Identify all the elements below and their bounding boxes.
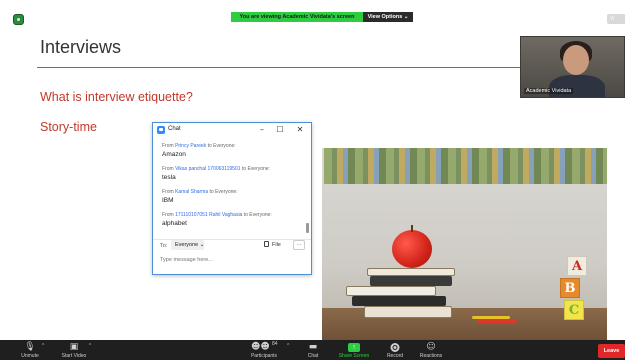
- slide-subheading-story: Story-time: [40, 120, 97, 134]
- participants-button[interactable]: ☻☻ 84 Participants: [246, 340, 282, 360]
- chat-bubble-icon: ▬: [308, 342, 318, 352]
- file-button[interactable]: File: [264, 240, 290, 250]
- participants-icon: ☻☻: [251, 342, 270, 352]
- photo-book-top: [367, 268, 455, 276]
- participant-face: [563, 45, 589, 75]
- maximize-button[interactable]: ☐: [274, 124, 286, 135]
- chat-message-text: Amazon: [162, 151, 186, 158]
- share-screen-label: Share Screen: [338, 353, 370, 359]
- msg-sender[interactable]: 171110107051 Rahil Vaghasia: [175, 212, 242, 218]
- audio-options-caret[interactable]: ^: [42, 343, 44, 349]
- photo-book: [352, 296, 446, 306]
- microphone-muted-icon: 🎙: [24, 342, 36, 352]
- reactions-smiley-icon: ☺: [426, 342, 436, 352]
- video-options-caret[interactable]: ^: [89, 343, 91, 349]
- view-options-button[interactable]: View Options ⌄: [363, 12, 413, 22]
- leave-meeting-button[interactable]: Leave: [598, 344, 625, 358]
- file-label: File: [272, 242, 281, 248]
- record-icon: [390, 343, 400, 352]
- start-video-label: Start Video: [61, 353, 87, 359]
- chat-message-list[interactable]: From Princy Pareek to Everyone: Amazon F…: [153, 141, 311, 233]
- msg-from-prefix: From: [162, 212, 174, 218]
- msg-to: to Everyone:: [209, 189, 238, 195]
- reactions-button[interactable]: ☺ Reactions: [416, 340, 446, 360]
- photo-letter-block: C: [564, 300, 584, 320]
- chat-message-meta: From Vikas panchal 170063119501 to Every…: [162, 166, 270, 172]
- minimize-button[interactable]: –: [256, 124, 268, 135]
- unmute-label: Unmute: [21, 353, 39, 359]
- chat-title: Chat: [168, 126, 181, 132]
- participants-options-caret[interactable]: ^: [287, 343, 289, 349]
- msg-sender[interactable]: Princy Pareek: [175, 143, 206, 149]
- record-label: Record: [386, 353, 404, 359]
- video-camera-off-icon: ▣: [69, 342, 79, 352]
- photo-book: [364, 306, 452, 318]
- photo-pencil: [472, 316, 510, 319]
- chat-message-meta: From Kamal Sharma to Everyone:: [162, 189, 238, 195]
- msg-sender[interactable]: Vikas panchal 170063119501: [175, 166, 240, 172]
- slide-photo-apple-books: A B C: [322, 148, 607, 340]
- record-button[interactable]: Record: [382, 340, 408, 360]
- meeting-toolbar: 🎙 Unmute ^ ▣ Start Video ^ ☻☻ 84 Partici…: [0, 340, 625, 360]
- photo-letter-block: A: [567, 256, 587, 276]
- msg-to: to Everyone:: [207, 143, 236, 149]
- msg-sender[interactable]: Kamal Sharma: [175, 189, 208, 195]
- chat-scrollbar[interactable]: [306, 223, 309, 233]
- chat-message-text: IBM: [162, 197, 174, 204]
- chat-titlebar[interactable]: Chat – ☐ ✕: [153, 123, 311, 137]
- recipient-select[interactable]: Everyone ⌄: [171, 240, 204, 250]
- security-shield-icon[interactable]: [13, 14, 24, 25]
- chat-app-icon: [157, 126, 165, 134]
- share-screen-icon: ↑: [348, 343, 360, 352]
- photo-pencil: [477, 320, 517, 323]
- share-screen-button[interactable]: ↑ Share Screen: [334, 340, 374, 360]
- start-video-button[interactable]: ▣ Start Video: [57, 340, 91, 360]
- view-mode-button[interactable]: Vi: [607, 14, 625, 24]
- msg-from-prefix: From: [162, 166, 174, 172]
- msg-to: to Everyone:: [241, 166, 270, 172]
- photo-background-pattern: [324, 148, 607, 184]
- photo-apple: [392, 225, 432, 268]
- msg-from-prefix: From: [162, 143, 174, 149]
- chat-label: Chat: [307, 353, 319, 359]
- slide-subheading-etiquette: What is interview etiquette?: [40, 90, 193, 104]
- photo-book: [370, 276, 452, 286]
- photo-letter-block: B: [560, 278, 580, 298]
- participant-body: [549, 75, 605, 97]
- close-button[interactable]: ✕: [294, 124, 306, 135]
- chat-message-input[interactable]: [160, 255, 305, 265]
- slide-title: Interviews: [40, 37, 122, 57]
- chat-message-meta: From 171110107051 Rahil Vaghasia to Ever…: [162, 212, 272, 218]
- msg-to: to Everyone:: [243, 212, 272, 218]
- chat-message-meta: From Princy Pareek to Everyone:: [162, 143, 236, 149]
- participants-label: Participants: [250, 353, 278, 359]
- recipient-label: To:: [160, 243, 168, 249]
- viewing-screen-banner: You are viewing Academic Vividata's scre…: [231, 12, 363, 22]
- file-icon: [264, 241, 269, 247]
- participant-video-thumbnail[interactable]: Academic Vividata: [520, 36, 625, 98]
- chat-message-text: tesla: [162, 174, 176, 181]
- reactions-label: Reactions: [419, 353, 443, 359]
- more-options-button[interactable]: ···: [293, 240, 305, 250]
- participant-name-label: Academic Vividata: [524, 88, 574, 94]
- photo-book: [346, 286, 436, 296]
- chat-window[interactable]: Chat – ☐ ✕ From Princy Pareek to Everyon…: [152, 122, 312, 275]
- participants-count: 84: [272, 341, 278, 347]
- chat-message-text: alphabet: [162, 220, 187, 227]
- chat-button[interactable]: ▬ Chat: [300, 340, 326, 360]
- msg-from-prefix: From: [162, 189, 174, 195]
